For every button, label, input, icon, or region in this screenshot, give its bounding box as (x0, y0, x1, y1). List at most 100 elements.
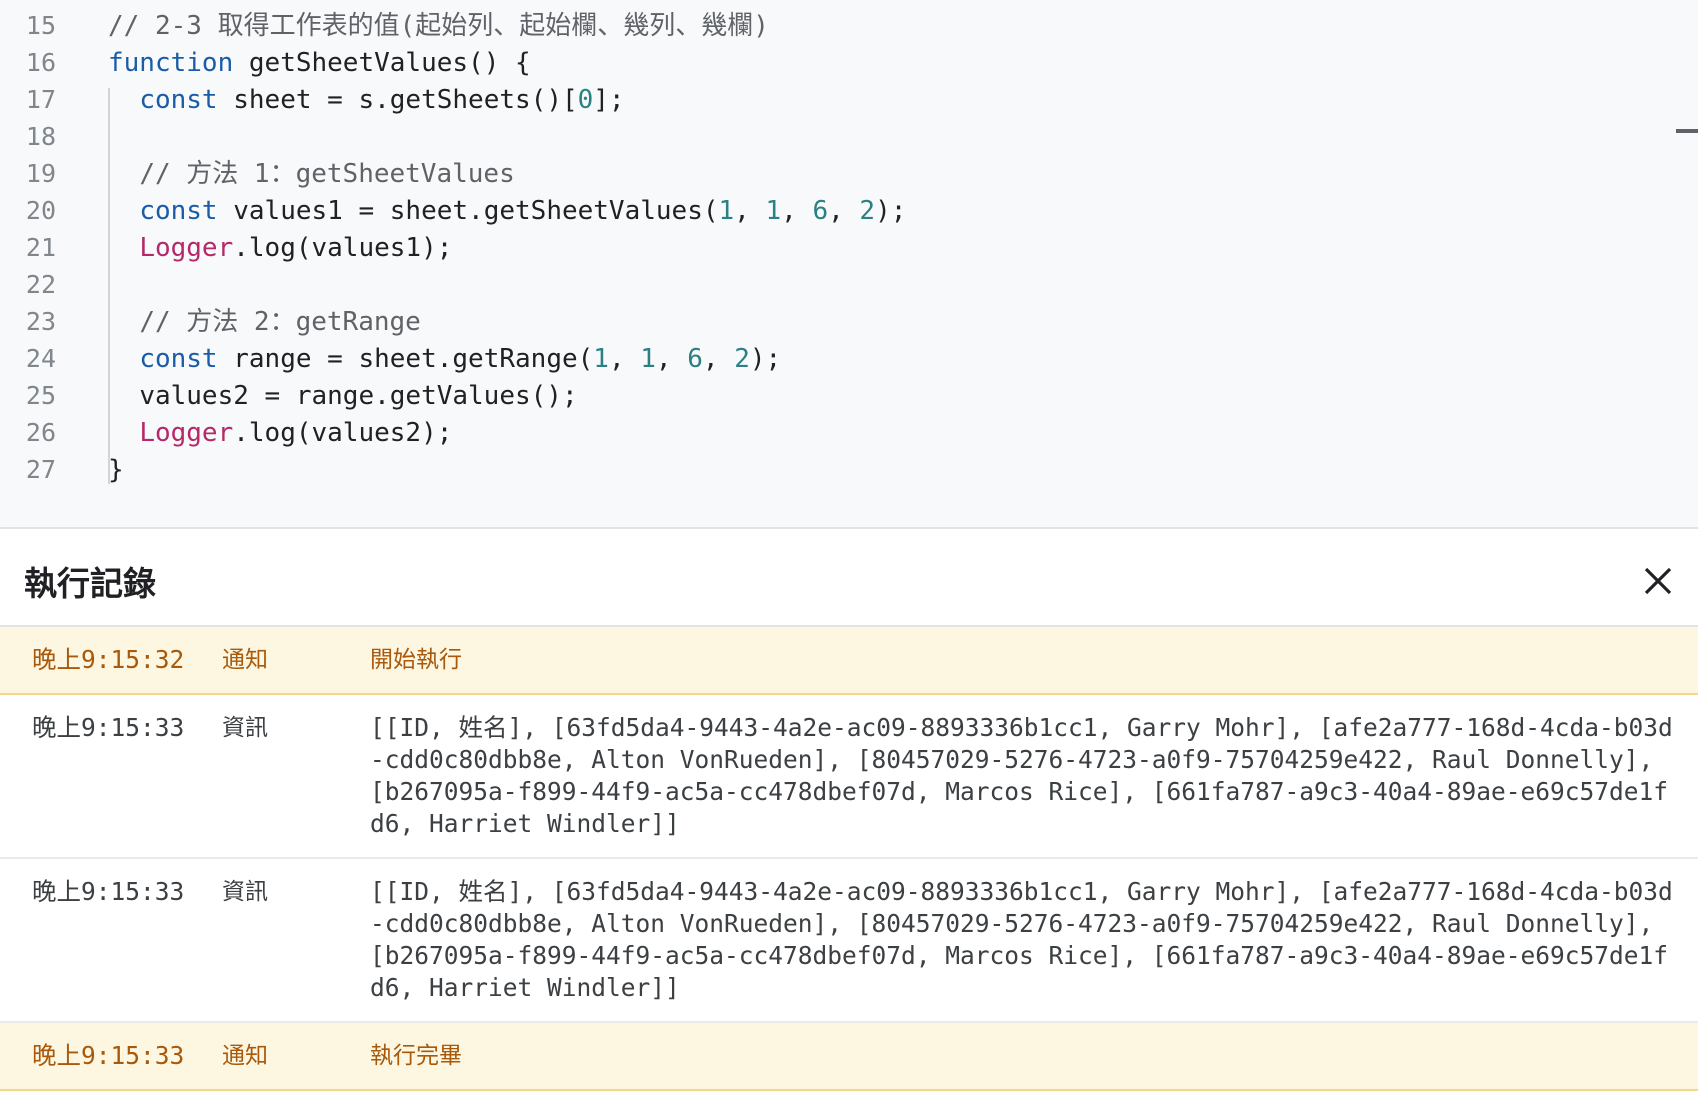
log-list: 晚上9:15:32 通知 開始執行晚上9:15:33 資訊 [[ID, 姓名], [63… (0, 627, 1698, 1091)
line-number: 21 (25, 233, 56, 262)
log-time: 晚上9:15:33 (32, 877, 185, 906)
line-number: 22 (25, 270, 56, 299)
line-code: // 方法 2：getRange (108, 302, 421, 342)
log-message: 開始執行 (370, 647, 462, 673)
code-editor[interactable]: 15 // 2-3 取得工作表的值(起始列、起始欄、幾列、幾欄) 16 functio… (0, 0, 1698, 527)
code-token: 1 (718, 196, 735, 226)
log-message: [[ID, 姓名], [63fd5da4-9443-4a2e-ac09-8893… (370, 877, 1673, 1002)
line-code: const range = sheet.getRange(1, 1, 6, 2)… (108, 339, 781, 379)
log-time: 晚上9:15:33 (32, 1041, 185, 1070)
code-token: , (781, 196, 813, 226)
code-line[interactable]: 16 function getSheetValues() { (0, 43, 1680, 83)
close-button[interactable] (1636, 559, 1680, 603)
code-token: ]; (593, 85, 625, 115)
code-token: values2 = range.getValues(); (139, 381, 578, 411)
line-code: values2 = range.getValues(); (108, 376, 578, 416)
code-token: sheet = s.getSheets()[ (217, 85, 578, 115)
line-number: 23 (25, 307, 56, 336)
code-token: 1 (640, 344, 656, 374)
code-token: , (734, 196, 766, 226)
log-panel-header: 執行記錄 (0, 529, 1698, 627)
code-token: values1 = sheet.getSheetValues( (217, 196, 719, 226)
code-token: range = sheet.getRange( (217, 344, 594, 374)
code-token: Logger (139, 233, 234, 263)
code-token: 6 (687, 344, 703, 374)
code-token: , (655, 344, 688, 374)
code-token: 0 (577, 85, 594, 115)
log-time: 晚上9:15:33 (32, 713, 185, 742)
code-token: 1 (593, 344, 609, 374)
code-line[interactable]: 22 (0, 265, 1680, 305)
line-code: // 方法 1：getSheetValues (108, 154, 515, 194)
log-entry: 晚上9:15:33 資訊 [[ID, 姓名], [63fd5da4-9443-4a2… (0, 859, 1698, 1023)
code-line[interactable]: 25 values2 = range.getValues(); (0, 376, 1680, 416)
code-token: ); (749, 344, 782, 374)
line-code: Logger.log(values2); (108, 413, 452, 453)
line-number: 27 (25, 455, 56, 484)
code-token: 2 (859, 196, 876, 226)
line-number: 24 (25, 344, 56, 373)
code-token: , (608, 344, 641, 374)
code-token: , (702, 344, 735, 374)
line-number: 17 (25, 85, 56, 114)
code-token: const (139, 196, 218, 226)
line-number: 18 (25, 122, 56, 151)
log-message: [[ID, 姓名], [63fd5da4-9443-4a2e-ac09-8893… (370, 713, 1673, 838)
code-line[interactable]: 15 // 2-3 取得工作表的值(起始列、起始欄、幾列、幾欄) (0, 6, 1680, 46)
log-time: 晚上9:15:32 (32, 645, 185, 674)
line-number: 26 (25, 418, 56, 447)
code-token: getSheetValues() { (233, 48, 531, 78)
code-line[interactable]: 19 // 方法 1：getSheetValues (0, 154, 1680, 194)
code-line[interactable]: 20 const values1 = sheet.getSheetValues(… (0, 191, 1680, 231)
line-number: 20 (25, 196, 56, 225)
log-entry: 晚上9:15:33 資訊 [[ID, 姓名], [63fd5da4-9443-4a2… (0, 695, 1698, 859)
code-token: , (828, 196, 860, 226)
code-token: .log(values1); (233, 233, 453, 263)
line-code: const values1 = sheet.getSheetValues(1, … (108, 191, 906, 231)
code-token: // 2-3 取得工作表的值(起始列、起始欄、幾列、幾欄) (108, 11, 769, 41)
code-token: } (108, 455, 124, 485)
line-number: 25 (25, 381, 56, 410)
line-code: Logger.log(values1); (108, 228, 452, 268)
code-line[interactable]: 17 const sheet = s.getSheets()[0]; (0, 80, 1680, 120)
log-entry: 晚上9:15:32 通知 開始執行 (0, 627, 1698, 695)
code-token: 2 (734, 344, 750, 374)
log-level: 通知 (222, 1043, 268, 1069)
execution-log-panel: 執行記錄 晚上9:15:32 通知 開始執行晚上9:15:33 資訊 [[ID, 姓名]… (0, 527, 1698, 1100)
code-line[interactable]: 27} (0, 450, 1680, 490)
close-icon (1644, 567, 1672, 595)
code-token: // 方法 2：getRange (139, 307, 421, 337)
log-panel-title: 執行記錄 (24, 565, 156, 602)
code-line[interactable]: 18 (0, 117, 1680, 157)
line-number: 15 (25, 11, 56, 40)
scrollbar-marker[interactable] (1676, 129, 1698, 133)
line-code: } (108, 450, 124, 490)
code-token: 1 (765, 196, 782, 226)
log-level: 通知 (222, 647, 268, 673)
line-number: 16 (25, 48, 56, 77)
code-token: const (139, 344, 218, 374)
code-line[interactable]: 24 const range = sheet.getRange(1, 1, 6,… (0, 339, 1680, 379)
code-token: Logger (139, 418, 234, 448)
code-token: const (139, 85, 218, 115)
log-message: 執行完畢 (370, 1043, 462, 1069)
code-token: ); (875, 196, 907, 226)
line-code: const sheet = s.getSheets()[0]; (108, 80, 625, 120)
line-number: 19 (25, 159, 56, 188)
code-line[interactable]: 26 Logger.log(values2); (0, 413, 1680, 453)
code-line[interactable]: 23 // 方法 2：getRange (0, 302, 1680, 342)
log-level: 資訊 (222, 879, 268, 905)
line-code: // 2-3 取得工作表的值(起始列、起始欄、幾列、幾欄) (108, 6, 769, 46)
log-entry: 晚上9:15:33 通知 執行完畢 (0, 1023, 1698, 1091)
code-token: 6 (812, 196, 829, 226)
code-token: // 方法 1：getSheetValues (139, 159, 515, 189)
code-line[interactable]: 21 Logger.log(values1); (0, 228, 1680, 268)
